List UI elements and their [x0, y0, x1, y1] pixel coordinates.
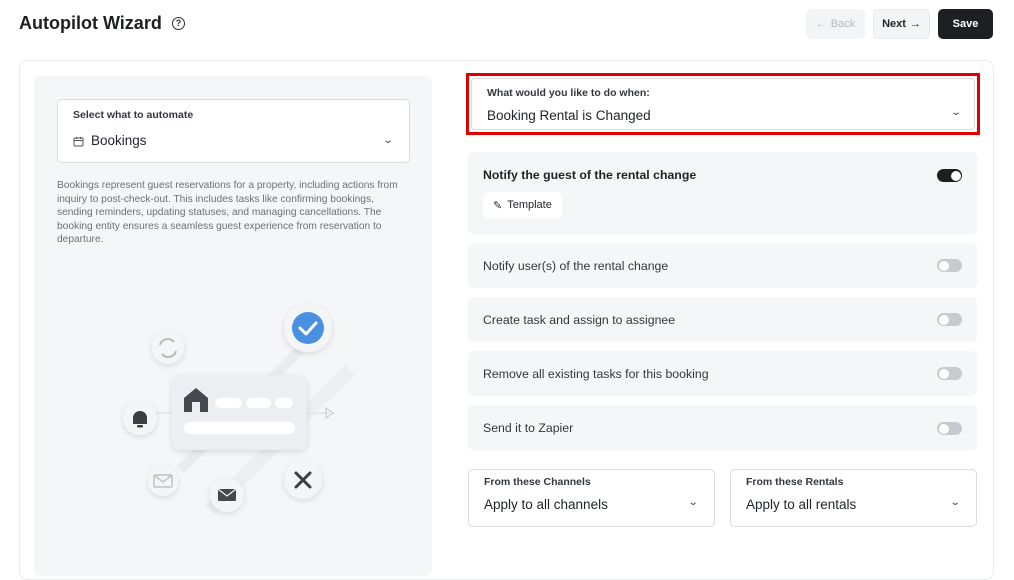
- chevron-down-icon: ⌄: [687, 497, 699, 508]
- action-send-zapier: Send it to Zapier: [468, 405, 977, 450]
- rentals-select-label: From these Rentals: [746, 476, 844, 488]
- toggle-knob: [938, 423, 949, 434]
- automate-select-label: Select what to automate: [73, 109, 194, 121]
- pencil-icon: ✎: [493, 199, 503, 212]
- arrow-left-icon: ←: [815, 18, 827, 30]
- toggle-send-zapier[interactable]: [937, 422, 962, 435]
- chevron-down-icon: ⌄: [950, 107, 962, 118]
- template-button[interactable]: ✎ Template: [483, 192, 562, 218]
- rentals-select-value: Apply to all rentals: [746, 497, 857, 512]
- action-label: Notify user(s) of the rental change: [483, 259, 669, 273]
- channels-select[interactable]: From these Channels Apply to all channel…: [468, 469, 715, 527]
- action-notify-users: Notify user(s) of the rental change: [468, 243, 977, 288]
- back-button-label: Back: [830, 18, 856, 30]
- trigger-select-value: Booking Rental is Changed: [487, 108, 651, 123]
- template-button-label: Template: [507, 199, 552, 211]
- action-label: Send it to Zapier: [483, 421, 574, 435]
- channels-select-value: Apply to all channels: [484, 497, 608, 512]
- bookings-illustration: [123, 304, 355, 515]
- trigger-select-highlight: What would you like to do when: Booking …: [466, 73, 980, 135]
- check-icon: [292, 312, 324, 344]
- top-bar: Autopilot Wizard ? ← Back Next → Save: [0, 0, 1014, 50]
- toggle-create-task[interactable]: [937, 313, 962, 326]
- action-create-task: Create task and assign to assignee: [468, 297, 977, 342]
- entity-description: Bookings represent guest reservations fo…: [57, 180, 398, 245]
- automate-select[interactable]: Select what to automate Bookings ⌄: [57, 99, 410, 163]
- action-label: Create task and assign to assignee: [483, 313, 676, 327]
- next-button-label: Next: [882, 18, 906, 30]
- refresh-icon: [152, 332, 184, 364]
- rentals-select[interactable]: From these Rentals Apply to all rentals …: [730, 469, 977, 527]
- save-button[interactable]: Save: [938, 9, 993, 39]
- action-remove-tasks: Remove all existing tasks for this booki…: [468, 351, 977, 396]
- toggle-notify-users[interactable]: [937, 259, 962, 272]
- chevron-down-icon: ⌄: [949, 497, 961, 508]
- toggle-knob: [938, 260, 949, 271]
- toggle-knob: [938, 368, 949, 379]
- channels-select-label: From these Channels: [484, 476, 591, 488]
- toggle-notify-guest[interactable]: [937, 169, 962, 182]
- page-title: Autopilot Wizard: [19, 13, 162, 33]
- help-icon[interactable]: ?: [172, 17, 185, 30]
- action-label: Notify the guest of the rental change: [483, 168, 697, 182]
- next-button[interactable]: Next →: [873, 9, 930, 39]
- back-button[interactable]: ← Back: [806, 9, 865, 39]
- arrow-right-icon: →: [909, 18, 921, 30]
- toggle-knob: [950, 170, 961, 181]
- trigger-select-label: What would you like to do when:: [487, 87, 650, 99]
- mail-icon-light: [148, 466, 178, 496]
- toggle-remove-tasks[interactable]: [937, 367, 962, 380]
- trigger-select[interactable]: What would you like to do when: Booking …: [471, 78, 975, 130]
- automate-select-value: Bookings: [91, 133, 147, 148]
- action-label: Remove all existing tasks for this booki…: [483, 367, 709, 381]
- toggle-knob: [938, 314, 949, 325]
- calendar-icon: [73, 137, 84, 147]
- chevron-down-icon: ⌄: [382, 135, 394, 146]
- action-notify-guest: Notify the guest of the rental change ✎ …: [468, 152, 977, 234]
